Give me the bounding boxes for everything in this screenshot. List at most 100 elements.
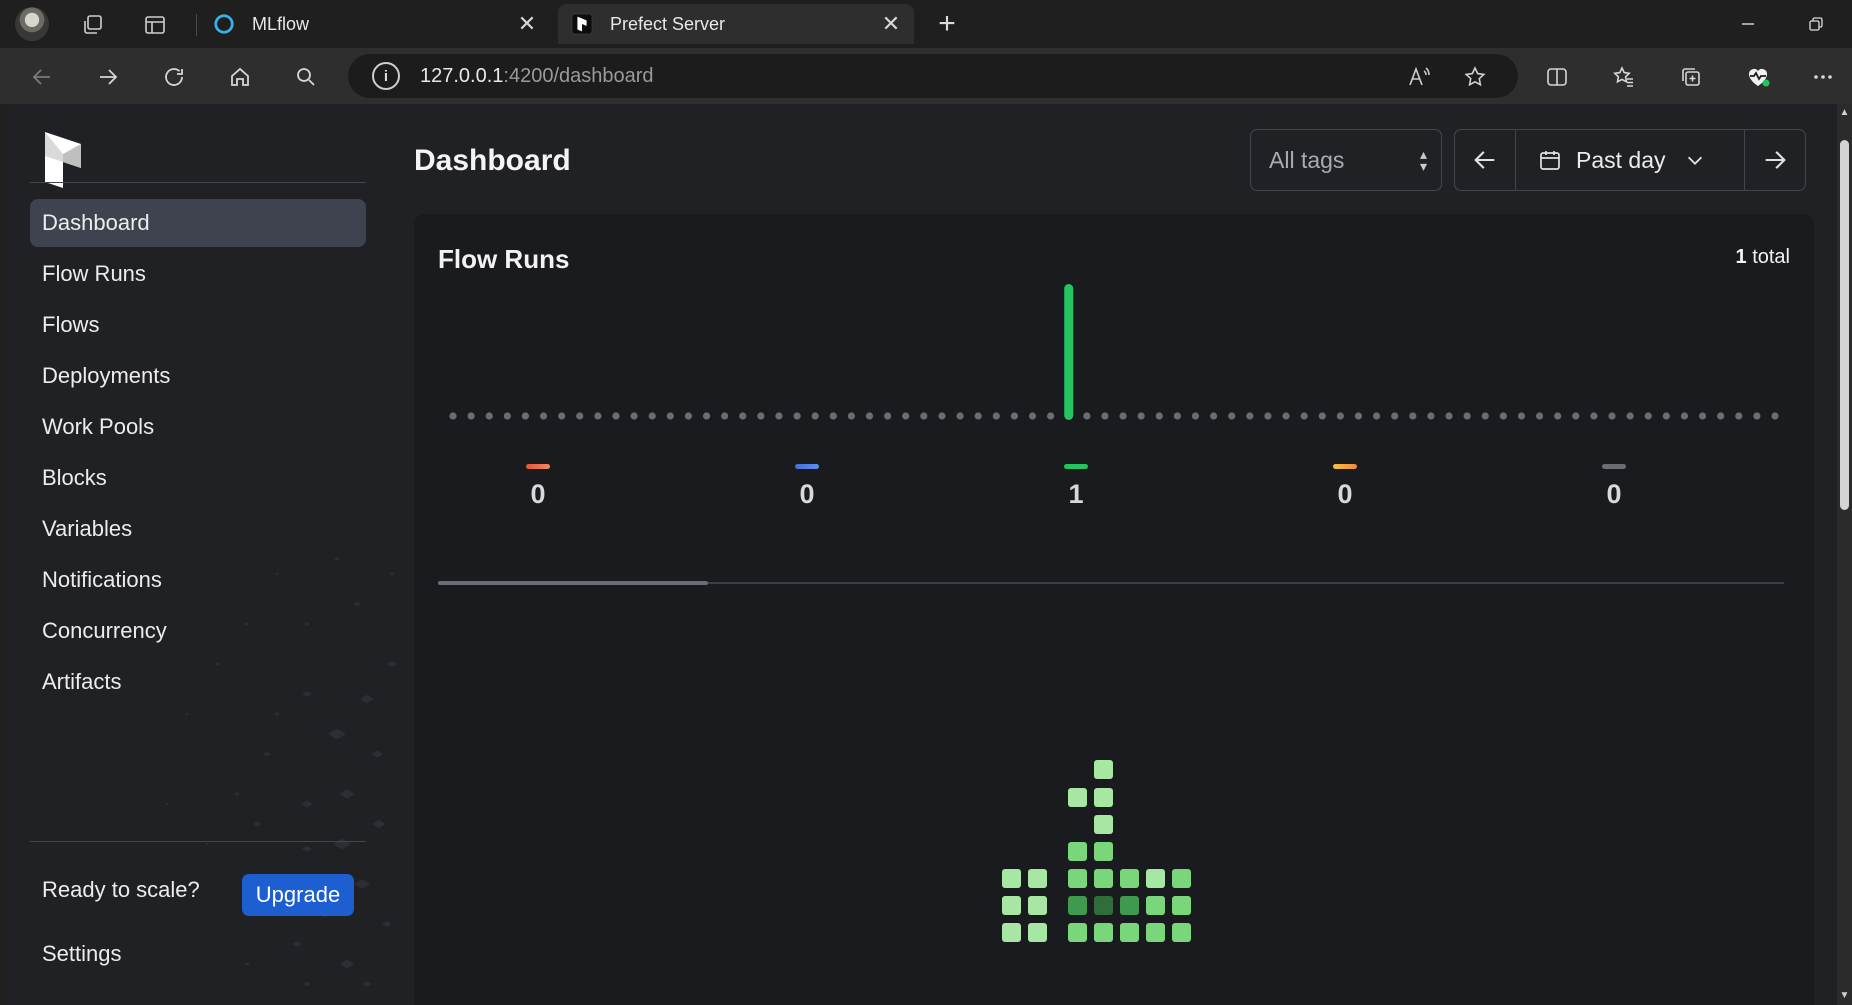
illustration-square xyxy=(1028,923,1047,942)
sidebar-item-concurrency[interactable]: Concurrency xyxy=(30,607,366,655)
state-count: 1 xyxy=(1068,479,1084,509)
sidebar-item-dashboard[interactable]: Dashboard xyxy=(30,199,366,247)
histogram-empty-bucket xyxy=(1246,412,1254,420)
state-count: 0 xyxy=(1606,479,1622,509)
histogram-empty-bucket xyxy=(1517,412,1526,420)
pattern-diamond xyxy=(340,959,354,969)
favorite-star-icon[interactable] xyxy=(1460,62,1490,92)
sidebar-item-notifications[interactable]: Notifications xyxy=(30,556,366,604)
address-bar[interactable]: i 127.0.0.1:4200/dashboard xyxy=(348,54,1518,98)
sidebar-item-blocks[interactable]: Blocks xyxy=(30,454,366,502)
split-screen-icon[interactable] xyxy=(1540,60,1574,94)
pattern-diamond xyxy=(371,750,383,758)
prefect-logo-icon[interactable] xyxy=(41,130,85,190)
illustration-square xyxy=(1094,923,1113,942)
illustration-square xyxy=(1146,869,1165,888)
sidebar-item-flows[interactable]: Flows xyxy=(30,301,366,349)
histogram-empty-bucket xyxy=(1010,412,1018,420)
histogram-empty-bucket xyxy=(449,412,457,420)
restore-icon[interactable] xyxy=(1793,8,1839,40)
sidebar-item-variables[interactable]: Variables xyxy=(30,505,366,553)
minimize-icon[interactable] xyxy=(1725,8,1771,40)
sidebar-item-flow-runs[interactable]: Flow Runs xyxy=(30,250,366,298)
previous-range-button[interactable] xyxy=(1455,130,1515,190)
scroll-up-icon[interactable]: ▲ xyxy=(1838,107,1851,119)
state-tab-failed[interactable]: 0 xyxy=(488,464,588,510)
favorites-icon[interactable] xyxy=(1607,60,1641,94)
histogram-empty-bucket xyxy=(1427,412,1435,420)
histogram-empty-bucket xyxy=(1680,412,1689,420)
tab-actions-icon[interactable] xyxy=(140,10,170,40)
histogram-empty-bucket xyxy=(503,412,511,420)
state-tabs-indicator xyxy=(438,581,708,585)
histogram-empty-bucket xyxy=(1137,412,1145,420)
histogram-empty-bucket xyxy=(558,412,566,420)
close-tab-icon[interactable]: ✕ xyxy=(876,9,906,39)
url-text[interactable]: 127.0.0.1:4200/dashboard xyxy=(420,65,654,88)
prefect-app: Dashboard Flow Runs Flows Deployments Wo… xyxy=(7,104,1837,1005)
more-menu-icon[interactable] xyxy=(1806,60,1840,94)
histogram-empty-bucket xyxy=(1173,412,1181,420)
histogram-empty-bucket xyxy=(467,412,475,420)
upgrade-button[interactable]: Upgrade xyxy=(242,874,354,916)
sidebar-divider xyxy=(30,182,366,183)
scrollbar-thumb[interactable] xyxy=(1840,140,1849,510)
sidebar-item-settings[interactable]: Settings xyxy=(42,941,122,967)
pattern-diamond xyxy=(205,842,209,846)
histogram-empty-bucket xyxy=(1717,412,1725,420)
histogram-empty-bucket xyxy=(829,412,837,420)
pattern-diamond xyxy=(263,751,271,757)
histogram-bar[interactable] xyxy=(1064,284,1074,420)
pattern-diamond xyxy=(165,802,169,806)
pattern-diamond xyxy=(185,712,189,716)
site-info-icon[interactable]: i xyxy=(372,62,400,90)
state-tab-completed[interactable]: 1 xyxy=(1026,464,1126,510)
illustration-square xyxy=(1068,896,1087,915)
sidebar-item-work-pools[interactable]: Work Pools xyxy=(30,403,366,451)
histogram-empty-bucket xyxy=(1119,412,1127,420)
tab-mlflow[interactable]: MLflow ✕ xyxy=(200,4,550,44)
state-color-bar xyxy=(1602,464,1626,469)
tab-prefect-server[interactable]: Prefect Server ✕ xyxy=(558,4,914,44)
state-tab-running[interactable]: 0 xyxy=(757,464,857,510)
page-scrollbar[interactable]: ▲ ▼ xyxy=(1837,104,1852,1005)
scroll-down-icon[interactable]: ▼ xyxy=(1838,990,1851,1002)
histogram-empty-bucket xyxy=(1445,412,1453,420)
pattern-diamond xyxy=(387,661,397,667)
illustration-square xyxy=(1094,842,1113,861)
pattern-diamond xyxy=(253,821,261,827)
new-tab-button[interactable]: + xyxy=(930,7,964,40)
tags-filter-select[interactable]: All tags ▴ ▾ xyxy=(1250,129,1442,191)
next-range-button[interactable] xyxy=(1745,130,1805,190)
chevron-down-icon xyxy=(1687,156,1702,165)
state-tab-cancelled[interactable]: 0 xyxy=(1564,464,1664,510)
histogram-empty-bucket xyxy=(1354,412,1363,420)
workspaces-icon[interactable] xyxy=(78,10,108,40)
histogram-empty-bucket xyxy=(811,412,819,420)
refresh-icon[interactable] xyxy=(157,60,191,94)
browser-essentials-icon[interactable] xyxy=(1741,60,1775,94)
histogram-empty-bucket xyxy=(1264,412,1272,420)
home-icon[interactable] xyxy=(223,60,257,94)
sidebar-item-artifacts[interactable]: Artifacts xyxy=(30,658,366,706)
forward-icon[interactable] xyxy=(91,60,125,94)
state-color-bar xyxy=(1064,464,1088,469)
close-tab-icon[interactable]: ✕ xyxy=(512,9,542,39)
read-aloud-icon[interactable] xyxy=(1404,62,1434,92)
sidebar-item-deployments[interactable]: Deployments xyxy=(30,352,366,400)
collections-icon[interactable] xyxy=(1674,60,1708,94)
histogram-empty-bucket xyxy=(1210,412,1218,420)
histogram-empty-bucket xyxy=(1572,412,1580,420)
back-icon[interactable] xyxy=(25,60,59,94)
illustration-square xyxy=(1120,896,1139,915)
histogram-empty-bucket xyxy=(1409,412,1417,420)
state-tab-scheduled[interactable]: 0 xyxy=(1295,464,1395,510)
range-select[interactable]: Past day xyxy=(1515,130,1745,190)
updown-chevron-icon: ▴ ▾ xyxy=(1419,146,1427,174)
histogram-empty-bucket xyxy=(1481,412,1489,420)
histogram-empty-bucket xyxy=(1590,412,1598,420)
search-icon[interactable] xyxy=(289,60,323,94)
histogram-empty-bucket xyxy=(974,412,982,420)
state-count: 0 xyxy=(799,479,815,509)
profile-avatar[interactable] xyxy=(15,7,49,41)
